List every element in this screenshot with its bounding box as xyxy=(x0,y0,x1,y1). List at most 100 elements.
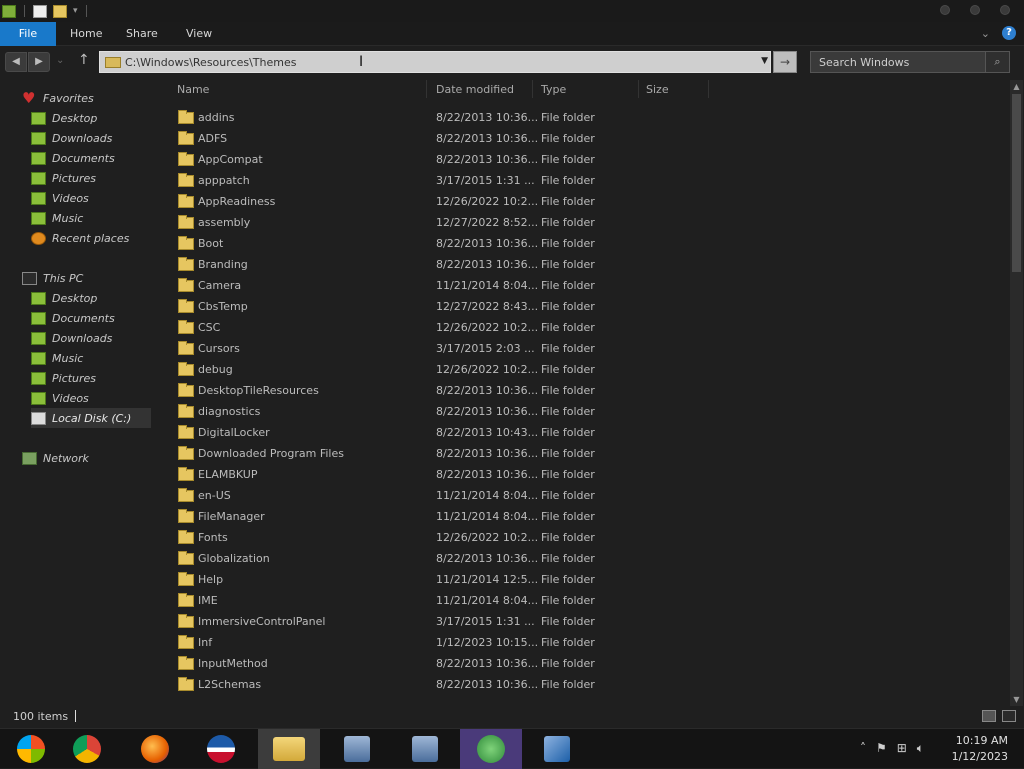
file-row[interactable]: DesktopTileResources 8/22/2013 10:36... Fi… xyxy=(168,381,1008,402)
back-button[interactable]: ◀ xyxy=(5,52,27,72)
sidebar-item-pictures[interactable]: Pictures xyxy=(31,168,96,188)
file-row[interactable]: Globalization 8/22/2013 10:36... File fold… xyxy=(168,549,1008,570)
file-row[interactable]: diagnostics 8/22/2013 10:36... File folder xyxy=(168,402,1008,423)
column-header-size[interactable]: Size xyxy=(646,83,669,96)
sidebar-item-pc-desktop[interactable]: Desktop xyxy=(31,288,97,308)
sidebar-item-pc-music[interactable]: Music xyxy=(31,348,83,368)
column-header-type[interactable]: Type xyxy=(541,83,566,96)
flag-icon[interactable]: ⚑ xyxy=(876,741,887,756)
tab-file[interactable]: File xyxy=(0,22,56,46)
column-header-date[interactable]: Date modified xyxy=(436,83,514,96)
desktop-icon xyxy=(31,111,46,125)
up-arrow-icon[interactable]: ↑ xyxy=(78,52,90,68)
file-row[interactable]: Cursors 3/17/2015 2:03 ... File folder xyxy=(168,339,1008,360)
file-row[interactable]: L2Schemas 8/22/2013 10:36... File folder xyxy=(168,675,1008,696)
clock[interactable]: 10:19 AM 1/12/2023 xyxy=(952,733,1008,765)
file-row[interactable]: assembly 12/27/2022 8:52... File folder xyxy=(168,213,1008,234)
file-row[interactable]: AppCompat 8/22/2013 10:36... File folder xyxy=(168,150,1008,171)
scroll-down-icon[interactable]: ▼ xyxy=(1010,693,1023,706)
sidebar-item-pc-downloads[interactable]: Downloads xyxy=(31,328,112,348)
sidebar-item-downloads[interactable]: Downloads xyxy=(31,128,112,148)
address-dropdown-icon[interactable]: ▼ xyxy=(761,56,768,66)
start-button[interactable] xyxy=(0,729,62,769)
scroll-up-icon[interactable]: ▲ xyxy=(1010,80,1023,93)
sidebar-this-pc[interactable]: This PC xyxy=(22,268,83,288)
recent-locations-icon[interactable]: ⌄ xyxy=(56,55,64,66)
file-row[interactable]: Fonts 12/26/2022 10:2... File folder xyxy=(168,528,1008,549)
address-text[interactable]: C:\Windows\Resources\Themes xyxy=(125,56,296,69)
file-row[interactable]: en-US 11/21/2014 8:04... File folder xyxy=(168,486,1008,507)
file-date-modified: 8/22/2013 10:36... xyxy=(436,258,539,271)
file-row[interactable]: Boot 8/22/2013 10:36... File folder xyxy=(168,234,1008,255)
taskbar-setup-1[interactable] xyxy=(326,729,388,769)
sidebar-item-recent-places[interactable]: Recent places xyxy=(31,228,129,248)
sidebar-item-music[interactable]: Music xyxy=(31,208,83,228)
sidebar-item-pc-pictures[interactable]: Pictures xyxy=(31,368,96,388)
search-input[interactable]: Search Windows xyxy=(811,56,985,69)
sidebar-item-pc-documents[interactable]: Documents xyxy=(31,308,115,328)
file-row[interactable]: Downloaded Program Files 8/22/2013 10:36.… xyxy=(168,444,1008,465)
file-row[interactable]: IME 11/21/2014 8:04... File folder xyxy=(168,591,1008,612)
sidebar-item-desktop[interactable]: Desktop xyxy=(31,108,97,128)
large-icons-view-icon[interactable] xyxy=(1002,710,1016,722)
volume-icon[interactable]: 🔈︎ xyxy=(917,741,924,756)
file-row[interactable]: FileManager 11/21/2014 8:04... File folder xyxy=(168,507,1008,528)
scrollbar-thumb[interactable] xyxy=(1012,94,1021,272)
file-row[interactable]: CbsTemp 12/27/2022 8:43... File folder xyxy=(168,297,1008,318)
file-row[interactable]: DigitalLocker 8/22/2013 10:43... File fold… xyxy=(168,423,1008,444)
sidebar-item-pc-videos[interactable]: Videos xyxy=(31,388,89,408)
folder-icon xyxy=(178,551,194,565)
minimize-button[interactable] xyxy=(940,5,950,15)
address-bar[interactable]: C:\Windows\Resources\Themes I ▼ xyxy=(99,51,771,73)
file-row[interactable]: AppReadiness 12/26/2022 10:2... File folde… xyxy=(168,192,1008,213)
search-icon[interactable]: ⌕ xyxy=(985,52,1009,72)
properties-icon[interactable] xyxy=(33,4,47,18)
go-button[interactable]: → xyxy=(773,51,797,73)
taskbar-virtualbox[interactable] xyxy=(526,729,588,769)
file-row[interactable]: CSC 12/26/2022 10:2... File folder xyxy=(168,318,1008,339)
expand-ribbon-icon[interactable]: ⌄ xyxy=(981,27,990,40)
tab-home[interactable]: Home xyxy=(70,22,102,46)
column-header-name[interactable]: Name xyxy=(177,83,209,96)
sidebar-item-local-disk[interactable]: Local Disk (C:) xyxy=(31,408,151,428)
taskbar-setup-2[interactable] xyxy=(394,729,456,769)
tab-share[interactable]: Share xyxy=(126,22,158,46)
details-view-icon[interactable] xyxy=(982,710,996,722)
file-row[interactable]: InputMethod 8/22/2013 10:36... File folder xyxy=(168,654,1008,675)
documents-icon xyxy=(31,311,46,325)
sidebar-item-label: Desktop xyxy=(52,291,98,305)
file-row[interactable]: Inf 1/12/2023 10:15... File folder xyxy=(168,633,1008,654)
tab-view[interactable]: View xyxy=(186,22,212,46)
chevron-down-icon[interactable]: ▾ xyxy=(73,6,78,16)
sidebar-favorites[interactable]: ♥ Favorites xyxy=(22,88,94,108)
file-row[interactable]: ELAMBKUP 8/22/2013 10:36... File folder xyxy=(168,465,1008,486)
taskbar-file-explorer[interactable] xyxy=(258,729,320,769)
taskbar-messenger[interactable] xyxy=(460,729,522,769)
file-type: File folder xyxy=(541,132,595,145)
forward-button[interactable]: ▶ xyxy=(28,52,50,72)
taskbar-chrome[interactable] xyxy=(56,729,118,769)
taskbar-firefox[interactable] xyxy=(124,729,186,769)
chevron-up-icon[interactable]: ˄ xyxy=(860,741,866,756)
sidebar-item-documents[interactable]: Documents xyxy=(31,148,115,168)
search-box[interactable]: Search Windows ⌕ xyxy=(810,51,1010,73)
file-row[interactable]: apppatch 3/17/2015 1:31 ... File folder xyxy=(168,171,1008,192)
vertical-scrollbar[interactable]: ▲ ▼ xyxy=(1010,80,1023,706)
new-folder-icon[interactable] xyxy=(53,4,67,18)
file-row[interactable]: Branding 8/22/2013 10:36... File folder xyxy=(168,255,1008,276)
file-row[interactable]: Help 11/21/2014 12:5... File folder xyxy=(168,570,1008,591)
file-row[interactable]: debug 12/26/2022 10:2... File folder xyxy=(168,360,1008,381)
videos-icon xyxy=(31,191,46,205)
file-name: DesktopTileResources xyxy=(198,384,319,397)
help-icon[interactable]: ? xyxy=(1002,26,1016,40)
file-row[interactable]: ADFS 8/22/2013 10:36... File folder xyxy=(168,129,1008,150)
taskbar-app-obama[interactable] xyxy=(190,729,252,769)
file-row[interactable]: Camera 11/21/2014 8:04... File folder xyxy=(168,276,1008,297)
close-button[interactable] xyxy=(1000,5,1010,15)
sidebar-network[interactable]: Network xyxy=(22,448,89,468)
sidebar-item-videos[interactable]: Videos xyxy=(31,188,89,208)
network-tray-icon[interactable]: ⊞ xyxy=(897,741,907,756)
file-row[interactable]: addins 8/22/2013 10:36... File folder xyxy=(168,108,1008,129)
file-row[interactable]: ImmersiveControlPanel 3/17/2015 1:31 ... F… xyxy=(168,612,1008,633)
maximize-button[interactable] xyxy=(970,5,980,15)
